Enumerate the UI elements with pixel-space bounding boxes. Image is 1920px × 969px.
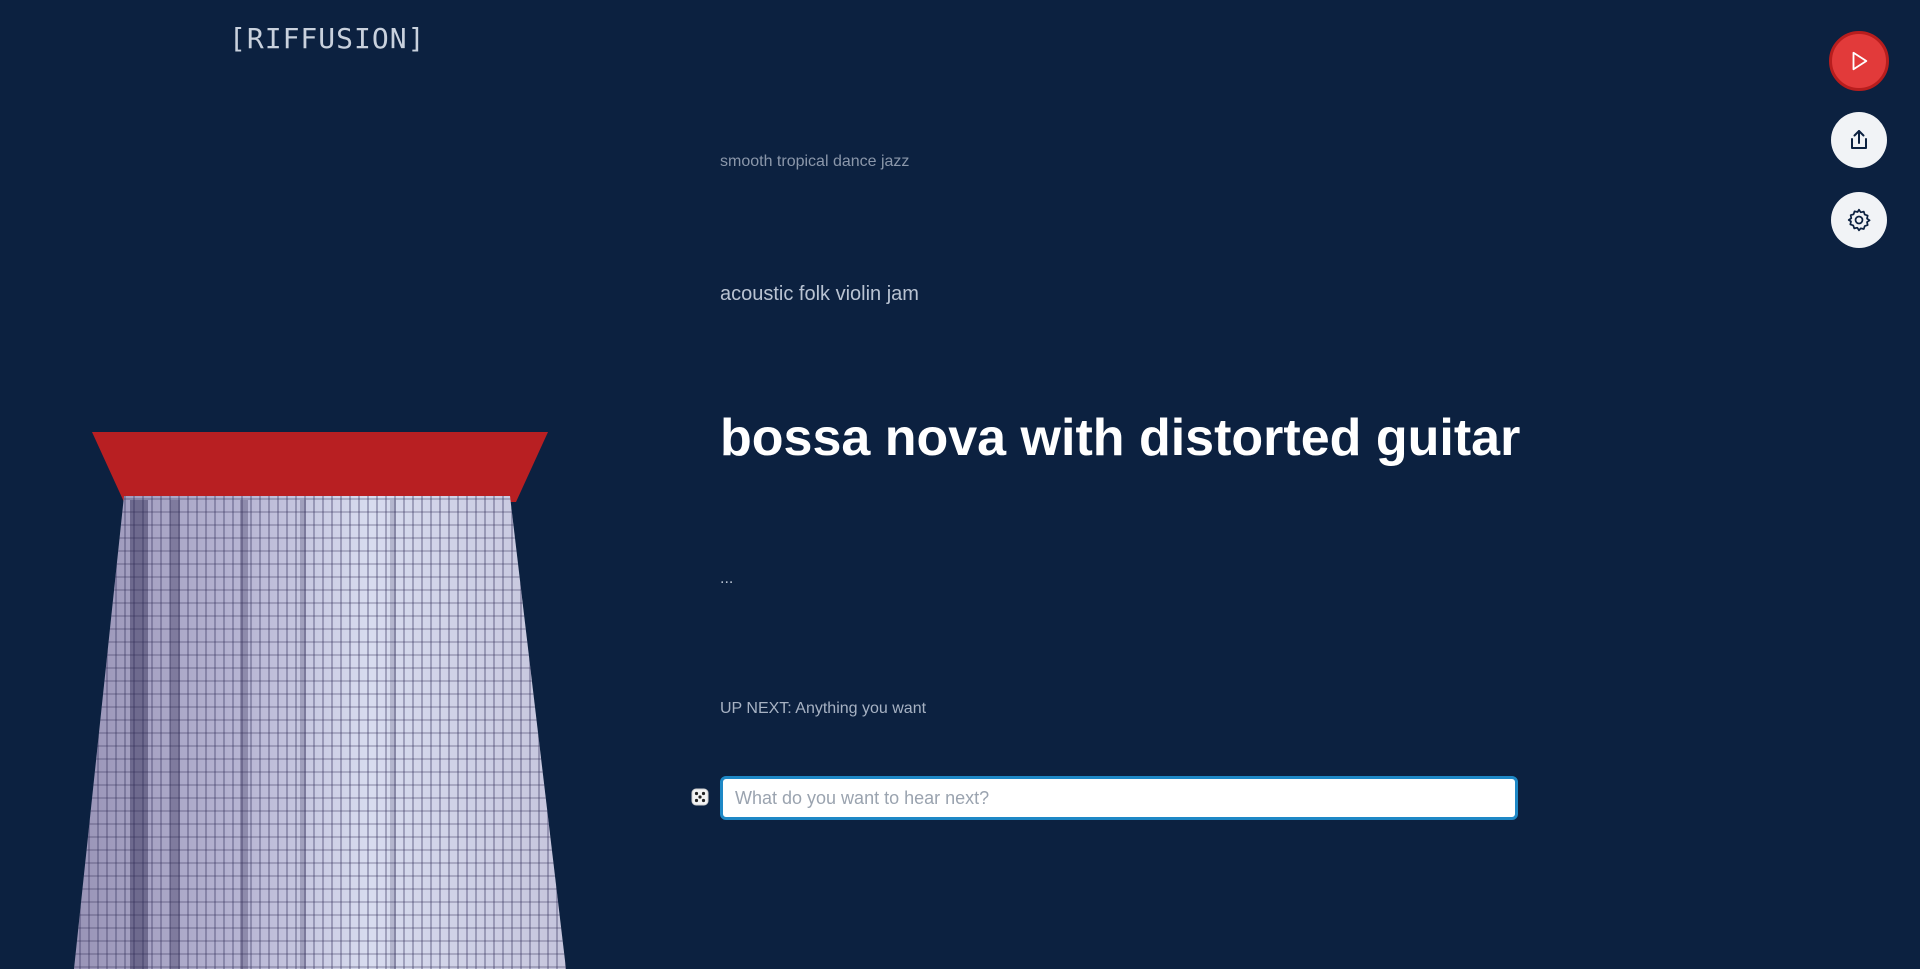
up-next-label: UP NEXT: Anything you want: [720, 700, 927, 717]
gear-icon: [1847, 208, 1871, 232]
settings-button[interactable]: [1831, 192, 1887, 248]
spectrogram-visualization: [74, 432, 566, 969]
share-button[interactable]: [1831, 112, 1887, 168]
play-button[interactable]: [1829, 31, 1889, 91]
previous-prompt: acoustic folk violin jam: [720, 283, 919, 305]
prompt-input-container: [720, 776, 1518, 820]
dice-icon[interactable]: [690, 787, 710, 807]
play-icon: [1852, 51, 1868, 71]
prompt-input[interactable]: [723, 779, 1515, 817]
current-prompt: bossa nova with distorted guitar: [720, 409, 1521, 467]
spectrogram-top-band: [92, 432, 548, 502]
upcoming-ellipsis: ...: [720, 570, 734, 587]
riffusion-app: [RIFFUSION] smooth tropical dance jazz a…: [0, 0, 1920, 969]
previous-prompt-far: smooth tropical dance jazz: [720, 153, 910, 170]
app-logo: [RIFFUSION]: [229, 22, 426, 55]
share-icon: [1851, 130, 1867, 149]
